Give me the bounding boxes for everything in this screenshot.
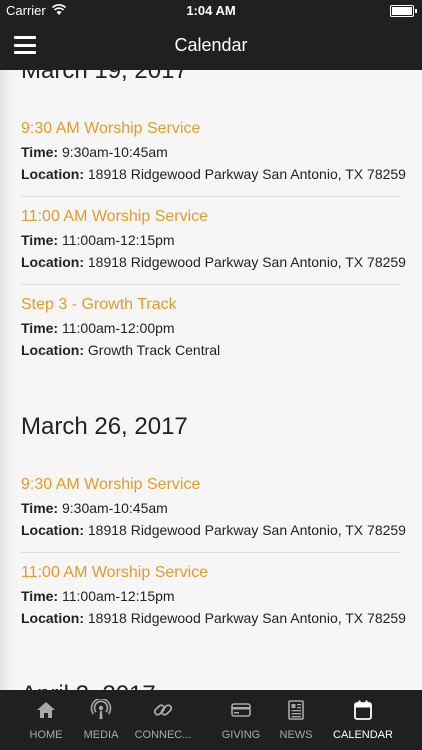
location-label: Location: (21, 166, 84, 182)
location-label: Location: (21, 610, 84, 626)
date-heading: March 26, 2017 (21, 413, 188, 440)
event-time-row: Time: 11:00am-12:15pm (21, 232, 175, 248)
event-location: 18918 Ridgewood Parkway San Antonio, TX … (87, 166, 406, 182)
podcast-icon (90, 697, 112, 721)
time-label: Time: (21, 588, 59, 604)
event-location: 18918 Ridgewood Parkway San Antonio, TX … (87, 522, 406, 538)
location-label: Location: (21, 342, 84, 358)
credit-card-icon (230, 699, 252, 721)
event-location: 18918 Ridgewood Parkway San Antonio, TX … (87, 254, 406, 270)
location-label: Location: (21, 254, 84, 270)
event-divider (21, 196, 401, 197)
newspaper-icon (285, 699, 307, 721)
event-time-row: Time: 11:00am-12:00pm (21, 320, 175, 336)
event-title-link[interactable]: Step 3 - Growth Track (21, 296, 177, 314)
drawer-shadow (0, 70, 14, 690)
event-time: 9:30am-10:45am (61, 500, 168, 516)
home-icon (35, 699, 57, 721)
tab-label: CONNEC... (134, 729, 192, 741)
page-title: Calendar (174, 35, 248, 55)
event-location: 18918 Ridgewood Parkway San Antonio, TX … (87, 610, 406, 626)
event-title-link[interactable]: 9:30 AM Worship Service (21, 120, 200, 138)
event-title-link[interactable]: 11:00 AM Worship Service (21, 208, 208, 226)
calendar-list[interactable]: March 19, 2017 9:30 AM Worship Service Tim… (0, 70, 422, 690)
date-heading: March 19, 2017 (21, 70, 188, 84)
tab-connec[interactable]: CONNEC... (132, 690, 194, 750)
date-heading: April 2, 2017 (21, 681, 156, 690)
location-label: Location: (21, 522, 84, 538)
tab-giving[interactable]: GIVING (210, 690, 272, 750)
event-time-row: Time: 9:30am-10:45am (21, 500, 168, 516)
calendar-icon (352, 699, 374, 721)
navigation-bar: Calendar (0, 22, 422, 70)
time-label: Time: (21, 320, 59, 336)
battery-icon (390, 5, 417, 17)
event-location-row: Location: 18918 Ridgewood Parkway San An… (21, 254, 406, 270)
tab-label: CALENDAR (333, 729, 393, 741)
time-label: Time: (21, 232, 59, 248)
event-time: 9:30am-10:45am (61, 144, 168, 160)
event-divider (21, 552, 401, 553)
event-time-row: Time: 9:30am-10:45am (21, 144, 168, 160)
event-time-row: Time: 11:00am-12:15pm (21, 588, 175, 604)
tab-bar: HOME MEDIA CONNEC... GIVING NEWS CALENDAR (0, 690, 422, 750)
event-time: 11:00am-12:15pm (61, 232, 175, 248)
event-location-row: Location: 18918 Ridgewood Parkway San An… (21, 166, 406, 182)
status-bar: Carrier 1:04 AM (0, 0, 422, 22)
event-title-link[interactable]: 9:30 AM Worship Service (21, 476, 200, 494)
event-location-row: Location: 18918 Ridgewood Parkway San An… (21, 610, 406, 626)
tab-home[interactable]: HOME (15, 690, 77, 750)
tab-calendar[interactable]: CALENDAR (332, 690, 394, 750)
event-location-row: Location: 18918 Ridgewood Parkway San An… (21, 522, 406, 538)
time-label: Time: (21, 144, 59, 160)
tab-media[interactable]: MEDIA (70, 690, 132, 750)
event-title-link[interactable]: 11:00 AM Worship Service (21, 564, 208, 582)
event-time: 11:00am-12:15pm (61, 588, 175, 604)
event-location: Growth Track Central (87, 342, 221, 358)
event-location-row: Location: Growth Track Central (21, 342, 220, 358)
event-divider (21, 284, 401, 285)
link-icon (152, 699, 174, 721)
event-time: 11:00am-12:00pm (61, 320, 175, 336)
status-time: 1:04 AM (186, 3, 236, 18)
tab-news[interactable]: NEWS (265, 690, 327, 750)
time-label: Time: (21, 500, 59, 516)
